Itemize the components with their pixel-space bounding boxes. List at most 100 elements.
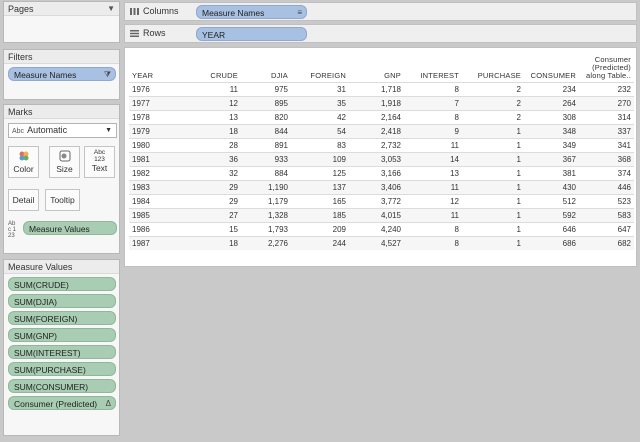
columns-pill-measure-names[interactable]: Measure Names ≡ <box>196 5 307 19</box>
mark-type-value: Automatic <box>27 125 68 135</box>
row-header-year: 1980 <box>129 137 189 152</box>
table-cell: 264 <box>524 95 579 110</box>
column-header[interactable]: DJIA <box>241 54 291 82</box>
rows-pill-year[interactable]: YEAR <box>196 27 307 41</box>
chevron-down-icon: ▼ <box>105 127 112 134</box>
table-cell: 314 <box>579 109 634 124</box>
table-cell: 646 <box>524 221 579 236</box>
columns-shelf-text: Columns <box>143 6 179 16</box>
table-cell: 137 <box>291 179 349 194</box>
measure-pill-label: SUM(CONSUMER) <box>14 382 89 392</box>
table-row[interactable]: 1980 28 891 83 2,732 11 1 349 341 <box>129 137 634 152</box>
measure-pill-label: SUM(FOREIGN) <box>14 314 78 324</box>
table-cell: 232 <box>579 81 634 96</box>
table-cell: 1 <box>462 221 524 236</box>
table-cell: 4,527 <box>349 235 404 250</box>
row-header-year: 1984 <box>129 193 189 208</box>
size-button-label: Size <box>56 164 73 174</box>
data-table: YEAR CRUDE DJIA FOREIGN GNP INTEREST PURCHASE C… <box>129 54 634 250</box>
table-cell: 42 <box>291 109 349 124</box>
table-row[interactable]: 1982 32 884 125 3,166 13 1 381 374 <box>129 165 634 180</box>
table-cell: 647 <box>579 221 634 236</box>
measure-pill[interactable]: SUM(FOREIGN) <box>8 311 116 325</box>
table-cell: 1,179 <box>241 193 291 208</box>
measure-pill[interactable]: SUM(PURCHASE) <box>8 362 116 376</box>
table-cell: 682 <box>579 235 634 250</box>
measure-pill[interactable]: SUM(INTEREST) <box>8 345 116 359</box>
table-cell: 348 <box>524 123 579 138</box>
table-cell: 11 <box>404 137 462 152</box>
table-row[interactable]: 1978 13 820 42 2,164 8 2 308 314 <box>129 109 634 124</box>
view-area: YEAR CRUDE DJIA FOREIGN GNP INTEREST PURCHASE C… <box>124 47 637 267</box>
column-header[interactable]: CRUDE <box>189 54 241 82</box>
table-cell: 9 <box>404 123 462 138</box>
measure-pill[interactable]: SUM(CRUDE) <box>8 277 116 291</box>
table-cell: 341 <box>579 137 634 152</box>
table-cell: 1 <box>462 137 524 152</box>
detail-button[interactable]: Detail <box>8 189 39 211</box>
table-cell: 18 <box>189 235 241 250</box>
table-cell: 18 <box>189 123 241 138</box>
table-row[interactable]: 1986 15 1,793 209 4,240 8 1 646 647 <box>129 221 634 236</box>
rows-shelf: Rows YEAR <box>124 24 637 43</box>
table-cell: 933 <box>241 151 291 166</box>
measure-pill-label: SUM(DJIA) <box>14 297 57 307</box>
measure-values-card: Measure Values SUM(CRUDE) SUM(DJIA) SUM(… <box>3 259 120 436</box>
table-cell: 165 <box>291 193 349 208</box>
table-row[interactable]: 1981 36 933 109 3,053 14 1 367 368 <box>129 151 634 166</box>
table-cell: 2 <box>462 81 524 96</box>
table-row[interactable]: 1985 27 1,328 185 4,015 11 1 592 583 <box>129 207 634 222</box>
table-row[interactable]: 1987 18 2,276 244 4,527 8 1 686 682 <box>129 235 634 250</box>
columns-pill-label: Measure Names <box>202 8 265 18</box>
text-button[interactable]: Abc 123 Text <box>84 146 115 178</box>
measure-pill[interactable]: Consumer (Predicted) Δ <box>8 396 116 410</box>
measure-pill[interactable]: SUM(GNP) <box>8 328 116 342</box>
column-header[interactable]: CONSUMER <box>524 54 579 82</box>
row-header-year: 1977 <box>129 95 189 110</box>
column-header[interactable]: FOREIGN <box>291 54 349 82</box>
rows-shelf-label: Rows <box>130 25 166 42</box>
tooltip-button[interactable]: Tooltip <box>45 189 80 211</box>
detail-button-label: Detail <box>12 195 35 205</box>
table-cell: 3,053 <box>349 151 404 166</box>
measure-pill-label: SUM(PURCHASE) <box>14 365 86 375</box>
pages-card-header: Pages ▼ <box>4 2 119 16</box>
table-cell: 1,190 <box>241 179 291 194</box>
measure-pill[interactable]: SUM(CONSUMER) <box>8 379 116 393</box>
table-row[interactable]: 1979 18 844 54 2,418 9 1 348 337 <box>129 123 634 138</box>
filters-card[interactable]: Filters Measure Names ⧩ <box>3 49 120 100</box>
column-header[interactable]: GNP <box>349 54 404 82</box>
table-cell: 1 <box>462 165 524 180</box>
table-cell: 895 <box>241 95 291 110</box>
sort-icon: ≡ <box>297 8 302 17</box>
pages-card[interactable]: Pages ▼ <box>3 1 120 43</box>
filter-icon: ⧩ <box>103 70 111 79</box>
row-header-year: 1982 <box>129 165 189 180</box>
table-cell: 27 <box>189 207 241 222</box>
pages-title: Pages <box>8 4 34 14</box>
column-header[interactable]: YEAR <box>129 54 189 82</box>
measure-pill[interactable]: SUM(DJIA) <box>8 294 116 308</box>
marks-pill-measure-values[interactable]: Measure Values <box>23 221 117 235</box>
row-header-year: 1981 <box>129 151 189 166</box>
table-cell: 12 <box>404 193 462 208</box>
table-cell: 36 <box>189 151 241 166</box>
column-header[interactable]: Consumer (Predicted) along Table.. <box>579 54 634 82</box>
table-row[interactable]: 1976 11 975 31 1,718 8 2 234 232 <box>129 81 634 96</box>
mark-type-dropdown[interactable]: Abc Automatic ▼ <box>8 123 117 138</box>
row-header-year: 1978 <box>129 109 189 124</box>
column-header[interactable]: INTEREST <box>404 54 462 82</box>
table-cell: 381 <box>524 165 579 180</box>
filter-pill-measure-names[interactable]: Measure Names ⧩ <box>8 67 116 81</box>
measure-pill-label: SUM(GNP) <box>14 331 57 341</box>
columns-icon <box>130 8 139 15</box>
table-cell: 430 <box>524 179 579 194</box>
size-button[interactable]: Size <box>49 146 80 178</box>
table-row[interactable]: 1977 12 895 35 1,918 7 2 264 270 <box>129 95 634 110</box>
chevron-down-icon[interactable]: ▼ <box>107 2 115 16</box>
table-cell: 374 <box>579 165 634 180</box>
column-header[interactable]: PURCHASE <box>462 54 524 82</box>
table-row[interactable]: 1983 29 1,190 137 3,406 11 1 430 446 <box>129 179 634 194</box>
color-button[interactable]: Color <box>8 146 39 178</box>
table-row[interactable]: 1984 29 1,179 165 3,772 12 1 512 523 <box>129 193 634 208</box>
